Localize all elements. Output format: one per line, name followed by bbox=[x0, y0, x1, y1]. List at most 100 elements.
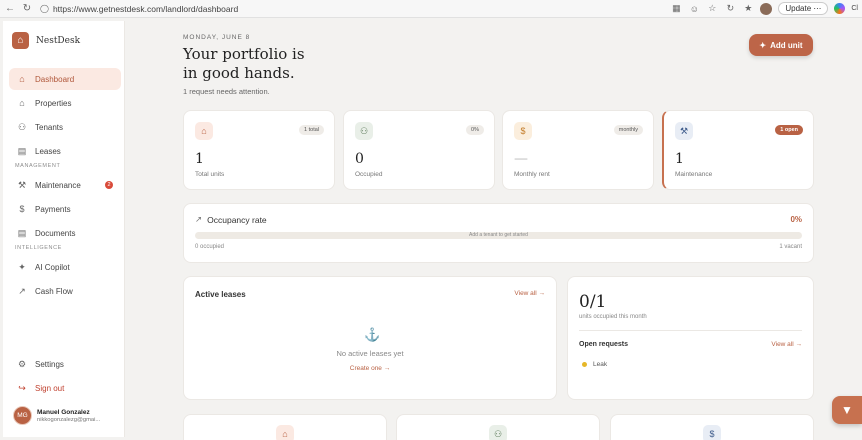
dollar-icon: $ bbox=[703, 425, 721, 440]
sidebar-item-label: Documents bbox=[35, 228, 76, 238]
smiley-icon[interactable]: ☺ bbox=[688, 3, 700, 15]
home-icon: ⌂ bbox=[19, 74, 25, 84]
sidebar-item-label: Properties bbox=[35, 98, 72, 108]
refresh-icon[interactable]: ↻ bbox=[724, 3, 736, 15]
sidebar-item-payments[interactable]: $ Payments bbox=[9, 198, 121, 220]
section-label-intelligence: INTELLIGENCE bbox=[15, 245, 62, 251]
trend-icon: ↗ bbox=[18, 285, 26, 296]
gear-icon: ⚙ bbox=[17, 358, 27, 369]
users-icon: ⚇ bbox=[489, 425, 507, 440]
copilot-icon[interactable] bbox=[834, 3, 846, 14]
browser-toolbar: ← ↻ ◯ https://www.getnestdesk.com/landlo… bbox=[0, 0, 862, 18]
main-content: MONDAY, JUNE 8 Your portfolio is in good… bbox=[125, 18, 862, 440]
stat-value: 0 bbox=[355, 151, 364, 167]
stat-card-maintenance[interactable]: ⚒ 1 open 1 Maintenance bbox=[662, 110, 814, 190]
sidebar-item-label: Payments bbox=[35, 204, 71, 214]
open-requests-title: Open requests bbox=[579, 341, 629, 348]
sparkle-icon: ✦ bbox=[759, 40, 767, 50]
panel-title: Active leases bbox=[195, 290, 246, 299]
sidebar-item-label: Dashboard bbox=[35, 74, 75, 84]
sidebar-item-documents[interactable]: ▤ Documents bbox=[9, 222, 121, 244]
sidebar-item-cash-flow[interactable]: ↗ Cash Flow bbox=[9, 280, 121, 302]
star-icon[interactable]: ☆ bbox=[706, 3, 718, 15]
stat-label: Total units bbox=[195, 171, 225, 178]
sidebar-item-maintenance[interactable]: ⚒ Maintenance 2 bbox=[9, 174, 121, 196]
occupancy-title-label: Occupancy rate bbox=[207, 214, 267, 225]
stat-value: 1 bbox=[195, 151, 204, 167]
stat-value: — bbox=[514, 151, 528, 167]
empty-state-text: No active leases yet bbox=[336, 349, 404, 358]
vacant-count: 1 vacant bbox=[779, 244, 802, 250]
brand-name: NestDesk bbox=[36, 35, 81, 46]
sidebar-item-sign-out[interactable]: ↪ Sign out bbox=[9, 377, 121, 399]
users-icon: ⚇ bbox=[17, 121, 27, 132]
sidebar-item-tenants[interactable]: ⚇ Tenants bbox=[9, 116, 121, 138]
sidebar-item-label: Cash Flow bbox=[35, 286, 73, 296]
sidebar-item-ai-copilot[interactable]: ✦ AI Copilot bbox=[9, 256, 121, 278]
back-icon[interactable]: ← bbox=[3, 2, 17, 16]
section-label-management: MANAGEMENT bbox=[15, 163, 61, 169]
sidebar-item-label: Sign out bbox=[35, 383, 65, 393]
sidebar-nav: ⌂ Dashboard ⌂ Properties ⚇ Tenants ▤ Lea… bbox=[9, 68, 121, 304]
update-label: Update bbox=[785, 4, 812, 13]
stat-value: 1 bbox=[675, 151, 684, 167]
grid-icon[interactable]: ▦ bbox=[670, 3, 682, 15]
stat-badge: monthly bbox=[613, 125, 643, 135]
occupancy-percent: 0% bbox=[790, 215, 802, 224]
sidebar-item-settings[interactable]: ⚙ Settings bbox=[9, 353, 121, 375]
create-lease-link-label[interactable]: Create one → bbox=[350, 365, 390, 372]
view-all-leases-link[interactable]: View all → bbox=[514, 290, 545, 297]
sidebar-item-label: Settings bbox=[35, 359, 64, 369]
logout-icon: ↪ bbox=[18, 382, 26, 393]
browser-avatar[interactable] bbox=[760, 2, 773, 15]
dollar-icon: $ bbox=[514, 122, 532, 140]
add-unit-button[interactable]: ✦ Add unit bbox=[749, 34, 813, 56]
active-leases-panel: Active leases View all → ⚓ No active lea… bbox=[183, 276, 557, 400]
request-item[interactable]: Leak bbox=[582, 361, 607, 368]
tenant-card[interactable]: ⚇ bbox=[396, 414, 600, 440]
file-icon: ▤ bbox=[17, 227, 27, 238]
sidebar-item-properties[interactable]: ⌂ Properties bbox=[9, 92, 121, 114]
stat-label: Monthly rent bbox=[514, 171, 550, 178]
brand[interactable]: ⌂ NestDesk bbox=[3, 21, 124, 49]
sidebar-item-label: Tenants bbox=[35, 122, 64, 132]
assistant-fab[interactable]: ▼ bbox=[832, 396, 862, 424]
stat-card-total-units[interactable]: ⌂ 1 total 1 Total units bbox=[183, 110, 335, 190]
more-menu-label: ⋯ bbox=[813, 4, 822, 13]
units-occupied-fraction: 0/1 bbox=[579, 292, 607, 312]
building-icon: ⌂ bbox=[19, 98, 25, 108]
user-profile[interactable]: MG Manuel Gonzalez nikkogonzalezg@gmai..… bbox=[13, 406, 100, 425]
address-bar[interactable]: ◯ https://www.getnestdesk.com/landlord/d… bbox=[40, 2, 600, 16]
avatar: MG bbox=[13, 406, 32, 425]
sidebar-item-leases[interactable]: ▤ Leases bbox=[9, 140, 121, 162]
sidebar-item-label: Leases bbox=[35, 146, 61, 156]
add-unit-label: Add unit bbox=[770, 40, 803, 50]
units-occupied-subtitle: units occupied this month bbox=[579, 314, 647, 320]
stat-badge: 0% bbox=[466, 125, 484, 135]
property-card[interactable]: ⌂ bbox=[183, 414, 387, 440]
user-email: nikkogonzalezg@gmai... bbox=[37, 416, 101, 423]
trend-icon: ↗ bbox=[195, 214, 203, 224]
url-text: https://www.getnestdesk.com/landlord/das… bbox=[52, 3, 239, 14]
anchor-icon: ⚓ bbox=[364, 327, 381, 342]
status-dot bbox=[582, 362, 587, 367]
document-icon: ▤ bbox=[17, 145, 27, 156]
sidebar-item-dashboard[interactable]: ⌂ Dashboard bbox=[9, 68, 121, 90]
home-icon: ⌂ bbox=[195, 122, 213, 140]
sidebar: ⌂ NestDesk ⌂ Dashboard ⌂ Properties ⚇ Te… bbox=[3, 21, 125, 437]
stat-card-occupied[interactable]: ⚇ 0% 0 Occupied bbox=[343, 110, 495, 190]
favorites-icon[interactable]: ★ bbox=[742, 3, 754, 15]
create-lease-link: Create one → bbox=[184, 365, 556, 372]
user-name: Manuel Gonzalez bbox=[37, 408, 90, 416]
copilot-label: Cl bbox=[851, 5, 858, 12]
stat-badge: 1 open bbox=[775, 125, 803, 135]
sidebar-item-label: Maintenance bbox=[35, 180, 81, 190]
payment-card[interactable]: $ bbox=[610, 414, 814, 440]
occupancy-bar-hint: Add a tenant to get started bbox=[469, 232, 528, 238]
download-icon: ▼ bbox=[841, 403, 853, 417]
house-icon: ⌂ bbox=[12, 32, 29, 49]
reload-icon[interactable]: ↻ bbox=[20, 2, 34, 16]
view-all-requests-link[interactable]: View all → bbox=[771, 341, 802, 348]
update-button[interactable]: Update ⋯ bbox=[778, 2, 829, 15]
stat-card-monthly-rent[interactable]: $ monthly — Monthly rent bbox=[502, 110, 654, 190]
